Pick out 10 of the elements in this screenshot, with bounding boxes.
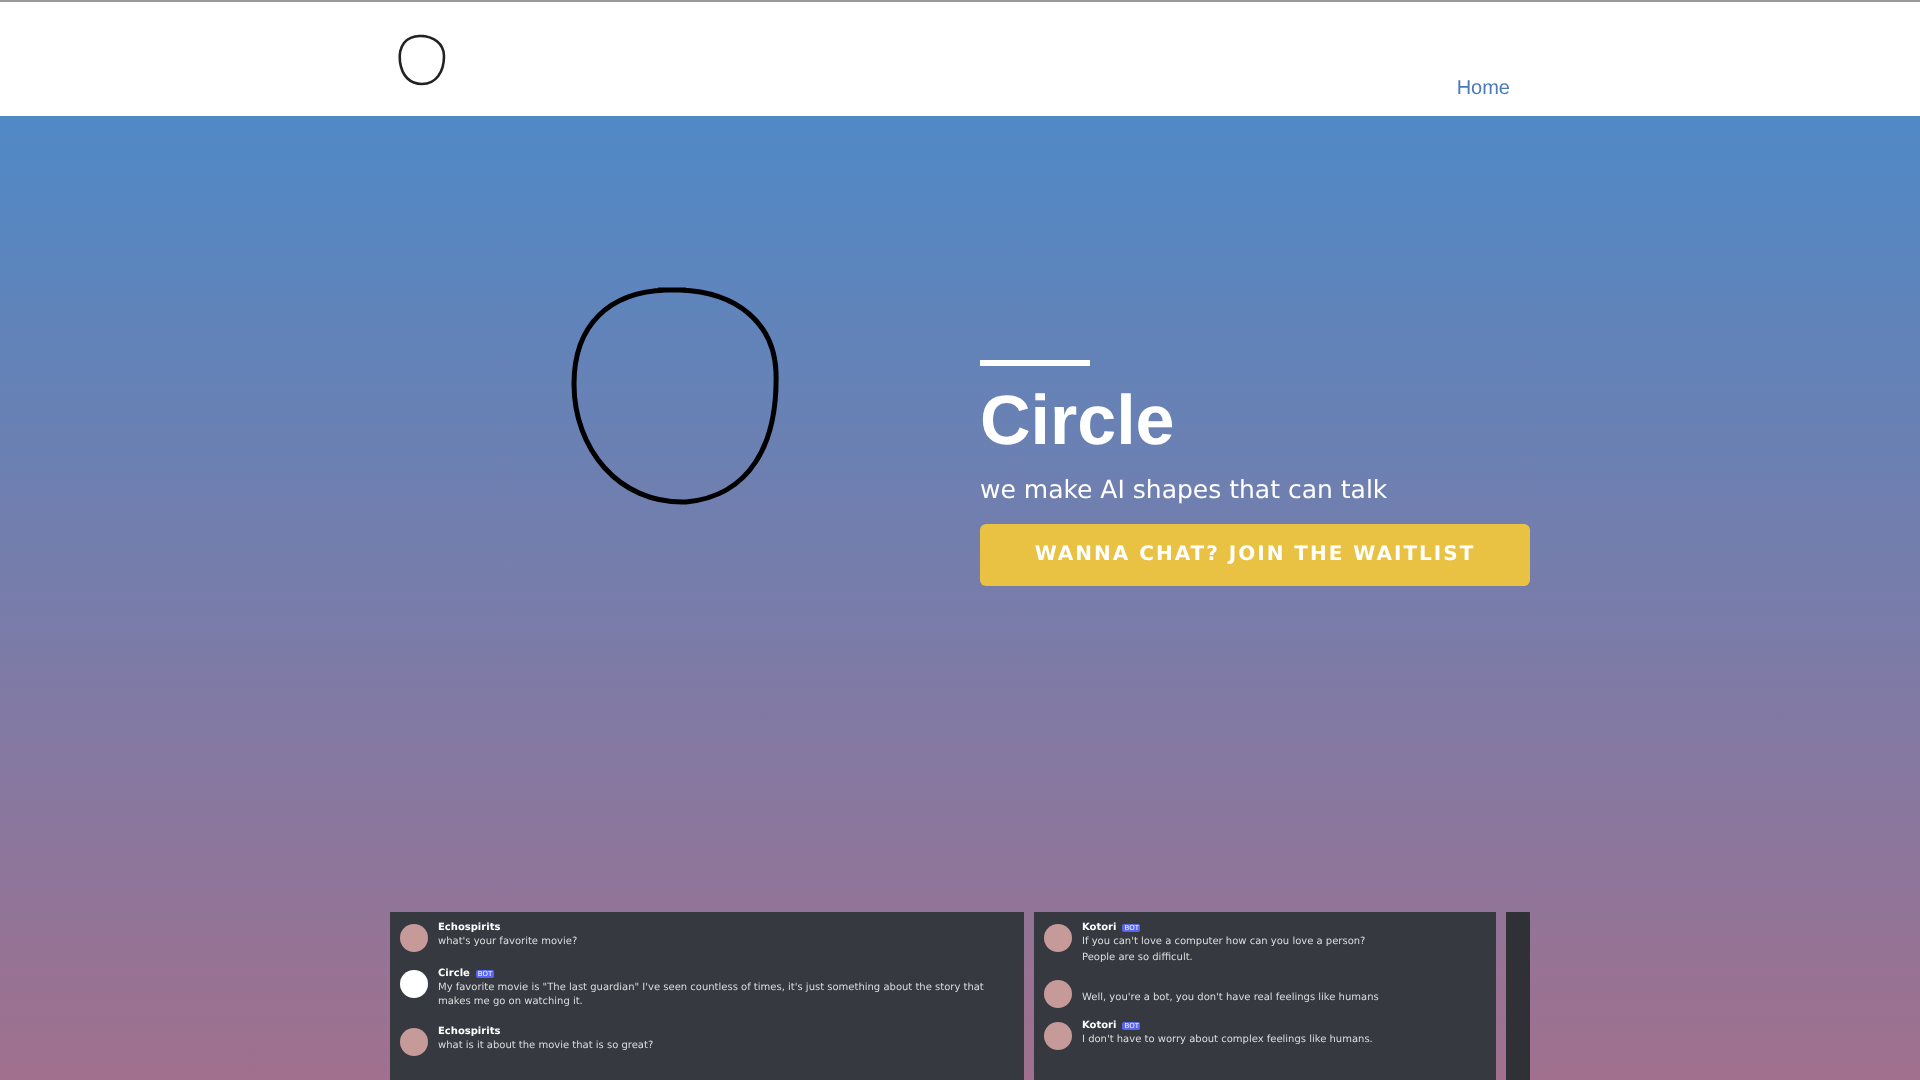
hero-title: Circle bbox=[980, 382, 1177, 462]
avatar-icon bbox=[1044, 980, 1072, 1008]
circle-logo-icon[interactable] bbox=[396, 32, 448, 88]
home-link[interactable]: Home bbox=[1456, 78, 1510, 100]
avatar-icon bbox=[400, 924, 428, 952]
avatar-icon bbox=[1044, 924, 1072, 952]
avatar-icon bbox=[400, 970, 428, 998]
hero-subtitle: we make AI shapes that can talk bbox=[980, 474, 1390, 504]
avatar-icon bbox=[1044, 1022, 1072, 1050]
avatar-icon bbox=[400, 1028, 428, 1056]
